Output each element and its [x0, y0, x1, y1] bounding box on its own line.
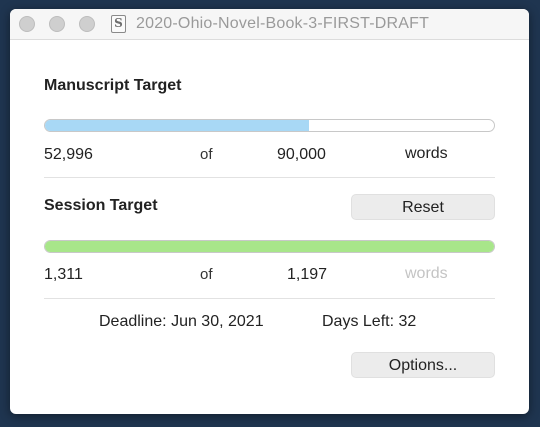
deadline-text: Deadline: Jun 30, 2021	[99, 313, 264, 331]
session-progress-bar	[44, 240, 495, 253]
deadline-label: Deadline:	[99, 313, 167, 330]
manuscript-target-count[interactable]: 90,000	[277, 146, 326, 164]
days-left-label: Days Left:	[322, 313, 395, 330]
session-unit-label[interactable]: words	[405, 265, 448, 283]
manuscript-unit-label[interactable]: words	[405, 145, 448, 163]
zoom-button[interactable]	[79, 16, 95, 32]
project-targets-window: S 2020-Ohio-Novel-Book-3-FIRST-DRAFT Man…	[10, 9, 529, 414]
title-bar[interactable]: S 2020-Ohio-Novel-Book-3-FIRST-DRAFT	[10, 9, 529, 40]
deadline-date: Jun 30, 2021	[171, 313, 264, 330]
session-of-label: of	[200, 266, 213, 283]
manuscript-progress-fill	[45, 120, 310, 131]
session-target-heading: Session Target	[44, 197, 158, 214]
manuscript-target-heading: Manuscript Target	[44, 77, 182, 94]
manuscript-current-count: 52,996	[44, 146, 93, 163]
close-button[interactable]	[19, 16, 35, 32]
session-progress-fill	[45, 241, 494, 252]
document-icon: S	[111, 15, 126, 33]
session-target-count[interactable]: 1,197	[287, 266, 327, 284]
divider	[44, 177, 495, 178]
days-left-value: 32	[398, 313, 417, 330]
window-title: 2020-Ohio-Novel-Book-3-FIRST-DRAFT	[136, 15, 430, 32]
minimize-button[interactable]	[49, 16, 65, 32]
manuscript-progress-bar	[44, 119, 495, 132]
days-left-text: Days Left: 32	[322, 313, 416, 331]
session-current-count: 1,311	[44, 266, 83, 283]
reset-button[interactable]: Reset	[351, 194, 495, 220]
options-button[interactable]: Options...	[351, 352, 495, 378]
divider	[44, 298, 495, 299]
manuscript-of-label: of	[200, 146, 213, 163]
